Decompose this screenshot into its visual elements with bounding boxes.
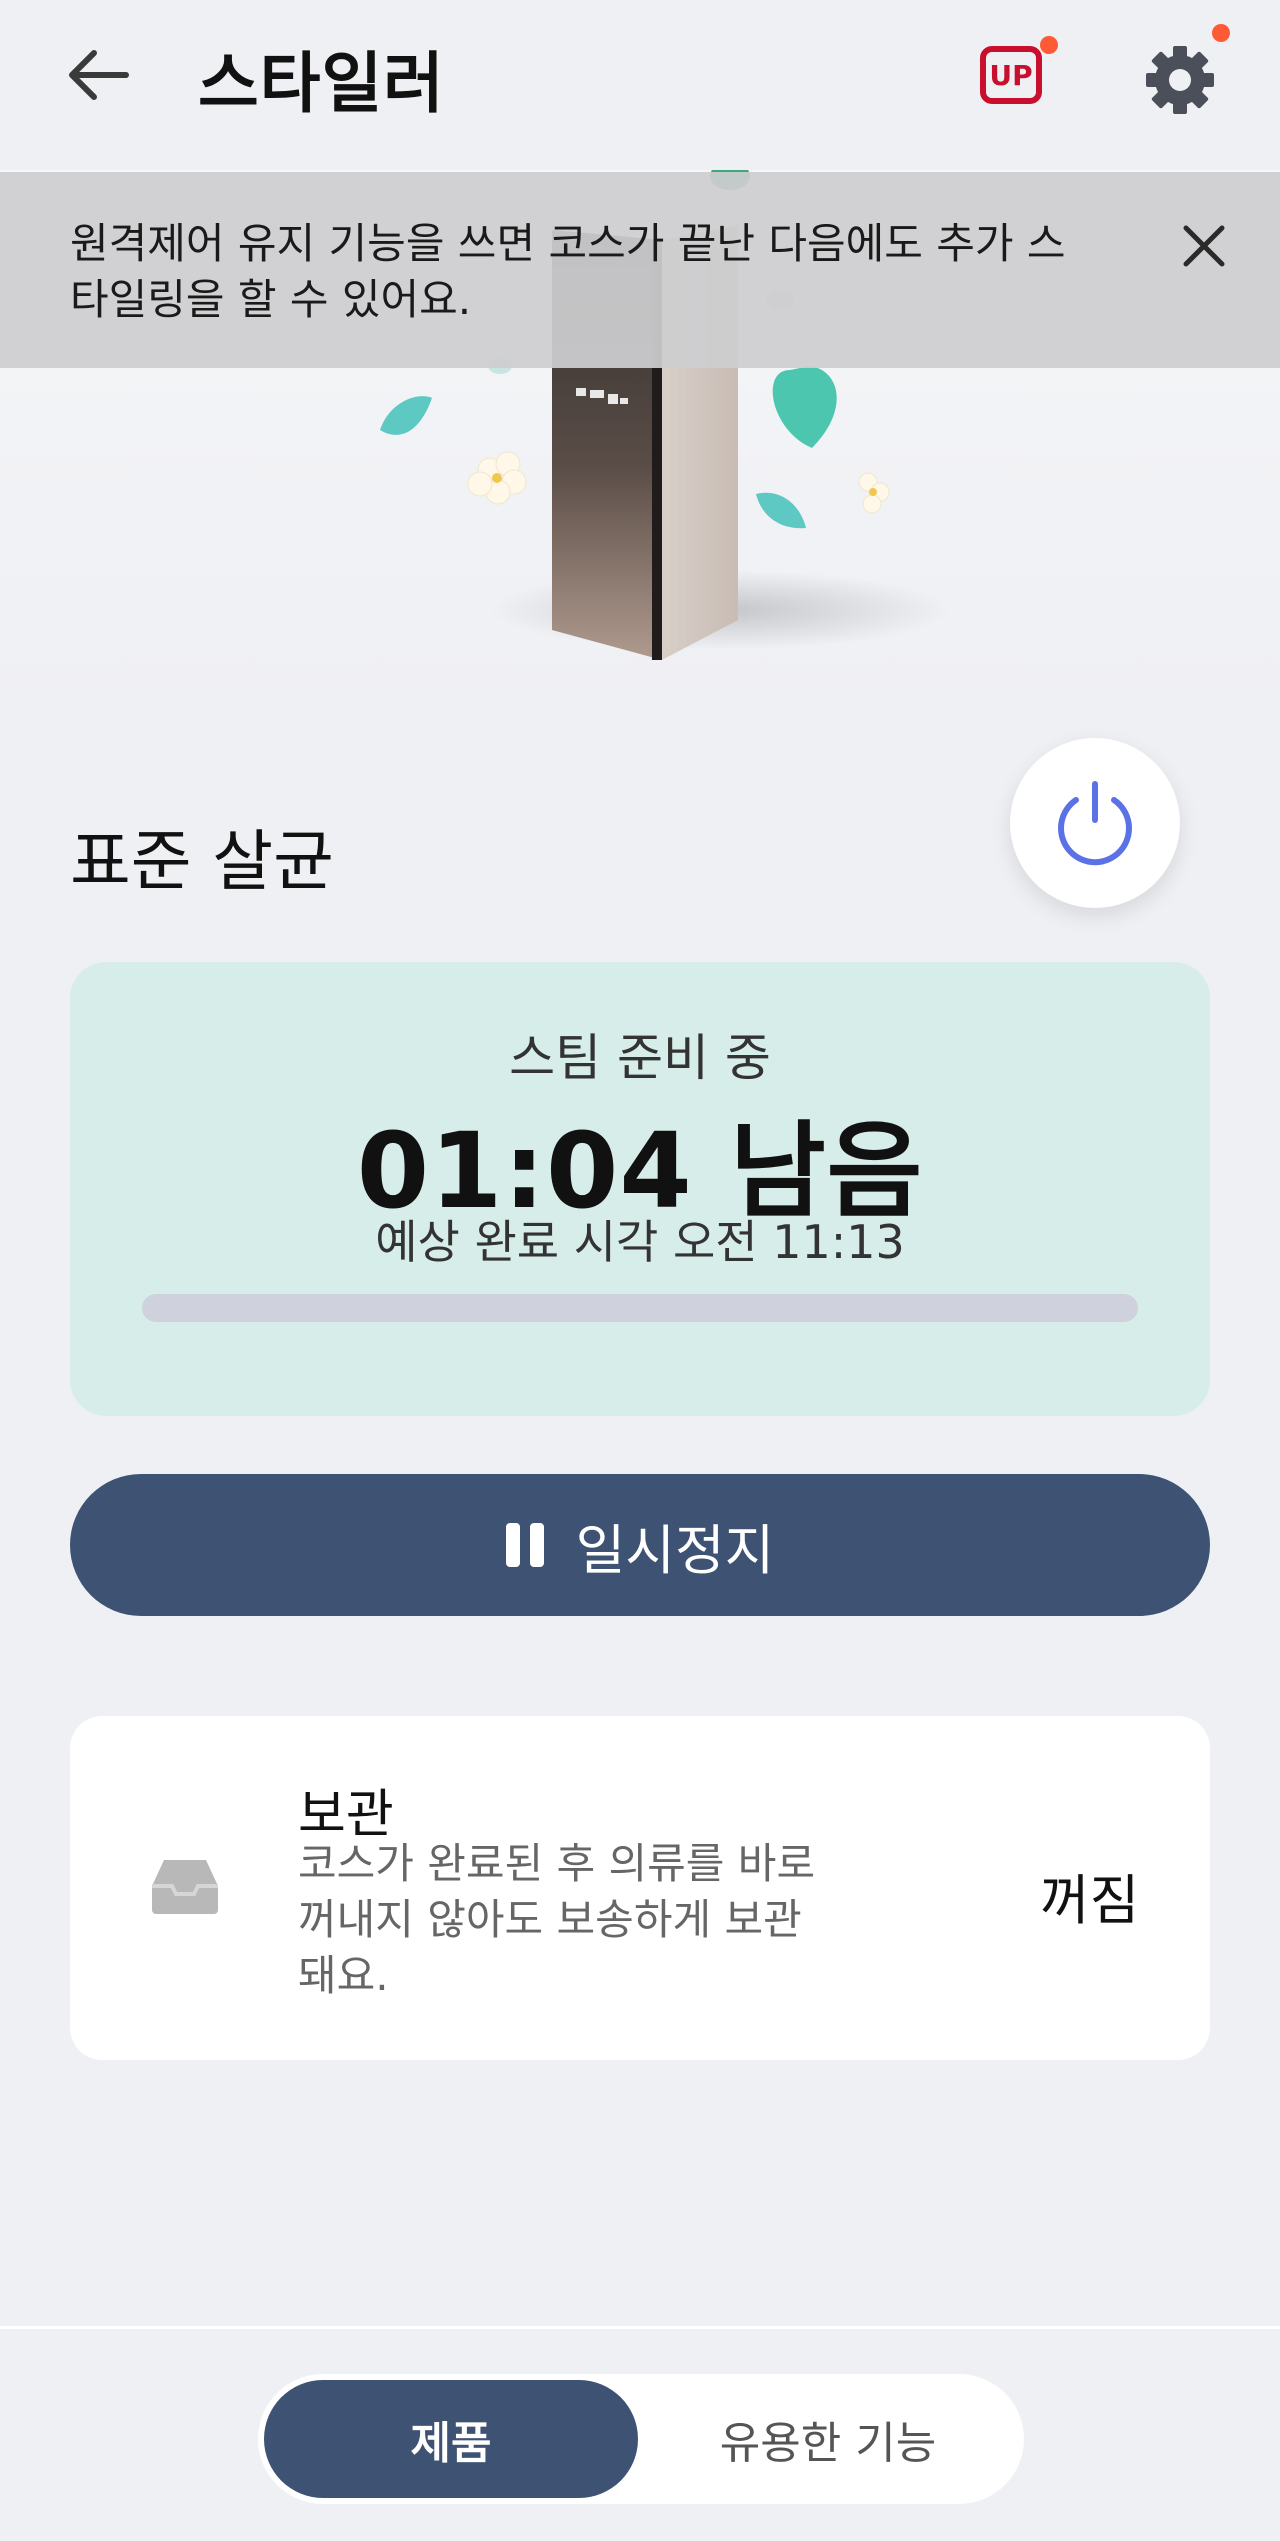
pause-icon [505,1523,546,1567]
settings-button[interactable] [1140,24,1230,120]
tab-product[interactable]: 제품 [264,2380,638,2498]
course-name: 표준 살균 [70,823,334,900]
bottom-divider [0,2326,1280,2329]
storage-option-card[interactable]: 보관 코스가 완료된 후 의류를 바로 꺼내지 않아도 보송하게 보관돼요. 꺼… [70,1716,1210,2060]
bottom-tab-bar: 제품 유용한 기능 [258,2374,1024,2504]
storage-state[interactable]: 꺼짐 [1040,1856,1139,1935]
estimated-completion: 예상 완료 시각 오전 11:13 [375,1215,905,1269]
status-card: 스팀 준비 중 01:04 남음 예상 완료 시각 오전 11:13 [70,962,1210,1416]
tab-useful-features[interactable]: 유용한 기능 [638,2380,1018,2498]
storage-description: 코스가 완료된 후 의류를 바로 꺼내지 않아도 보송하게 보관돼요. [298,1839,816,2000]
power-icon [1058,781,1132,866]
power-button[interactable] [1010,738,1180,908]
page-title: 스타일러 [198,45,445,122]
upgrade-badge-icon: UP [980,46,1042,104]
status-phase: 스팀 준비 중 [509,1029,771,1087]
gear-icon [1146,46,1214,114]
pause-label: 일시정지 [575,1518,775,1582]
close-icon [1183,225,1225,267]
banner-message: 원격제어 유지 기능을 쓰면 코스가 끝난 다음에도 추가 스타일링을 할 수 … [70,219,1066,324]
back-button[interactable] [60,40,140,110]
tray-icon [150,1856,220,1916]
upgrade-button[interactable]: UP [972,36,1058,116]
arrow-left-icon [69,50,129,100]
banner-close-button[interactable] [1178,220,1230,272]
app-header: 스타일러 UP [0,0,1280,150]
notification-dot [1212,24,1230,42]
pause-button[interactable]: 일시정지 [70,1474,1210,1616]
notification-dot [1040,36,1058,54]
progress-bar [142,1294,1138,1322]
info-banner: 원격제어 유지 기능을 쓰면 코스가 끝난 다음에도 추가 스타일링을 할 수 … [0,172,1280,368]
